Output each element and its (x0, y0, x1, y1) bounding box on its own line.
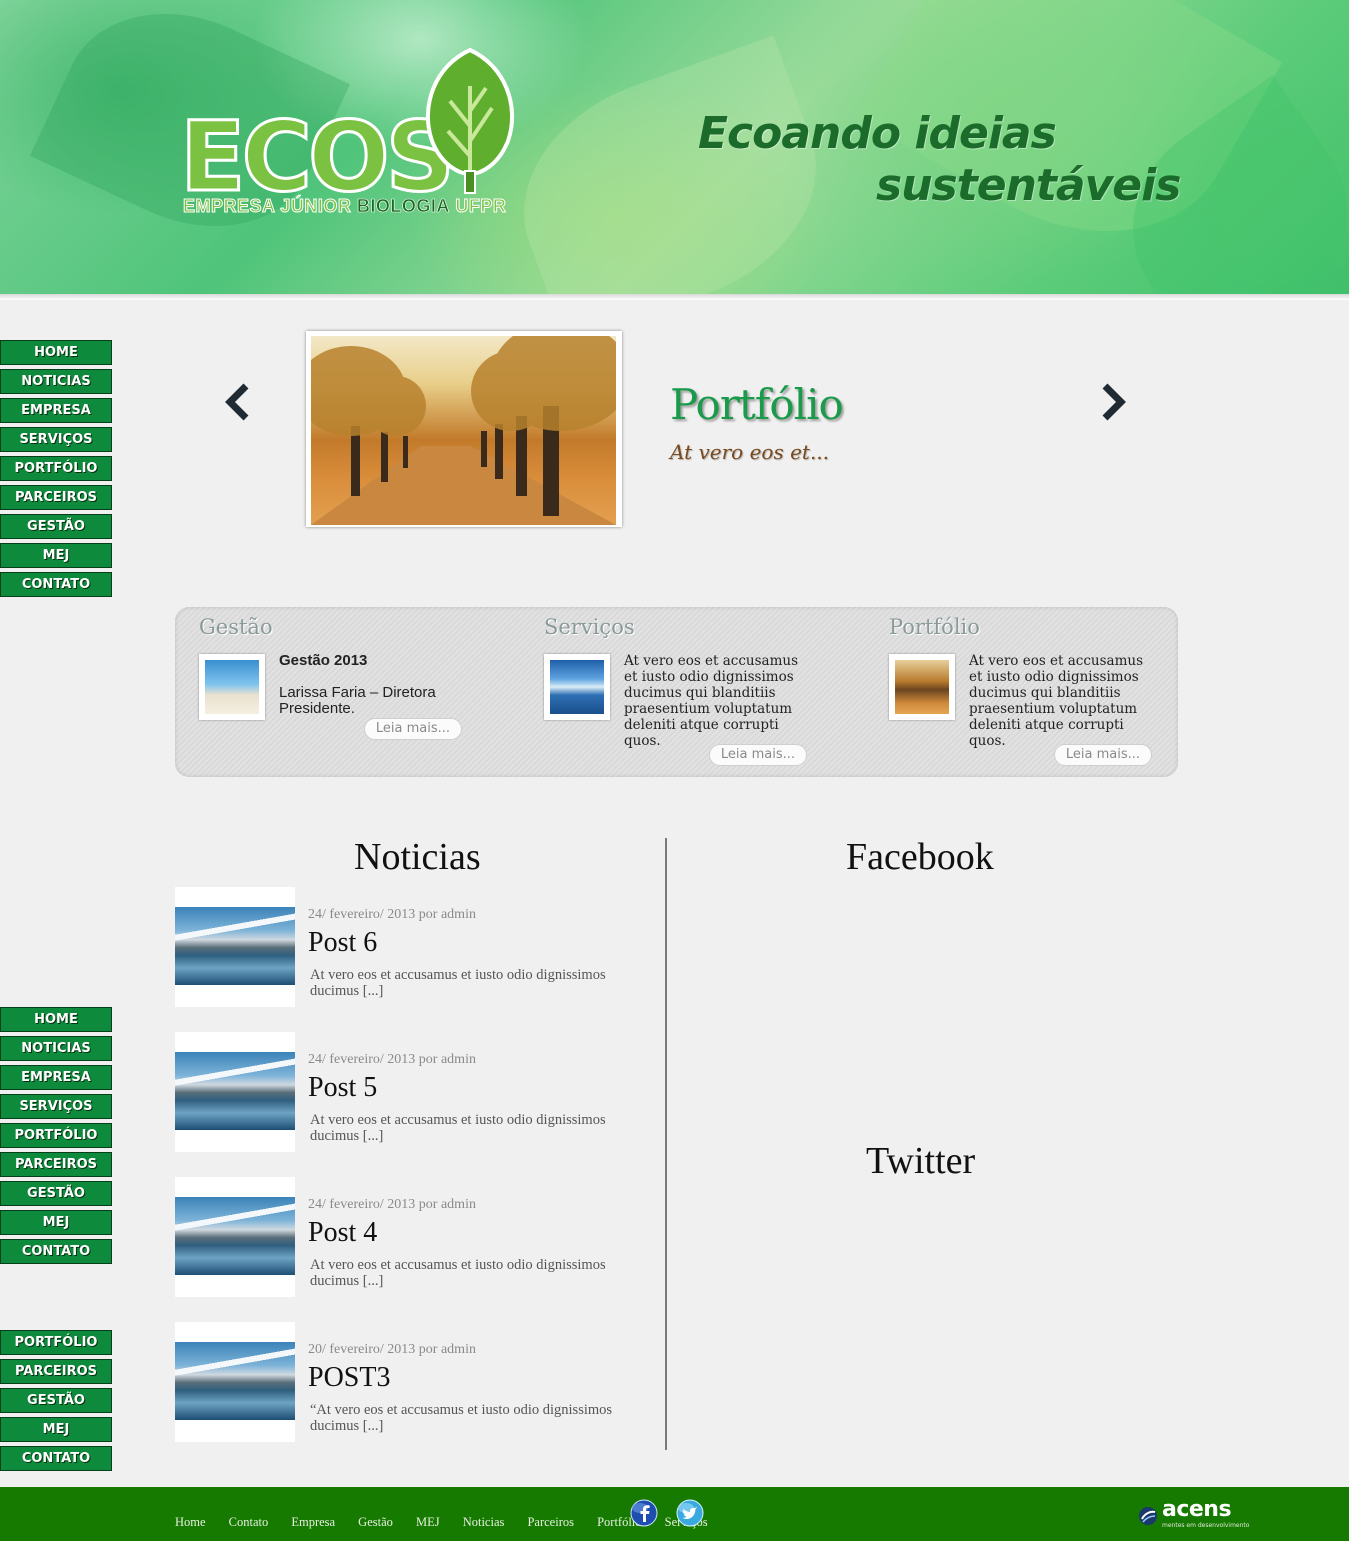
post-title[interactable]: POST3 (308, 1362, 390, 1394)
post-meta: 24/ fevereiro/ 2013 por admin (308, 1197, 476, 1212)
next-arrow-icon[interactable] (1099, 382, 1129, 422)
news-heading: Noticias (354, 836, 481, 878)
post-excerpt: “At vero eos et accusamus et iusto odio … (310, 1402, 613, 1434)
feature-item-title[interactable]: Gestão 2013 (279, 653, 469, 669)
footer-link-noticias[interactable]: Noticias (463, 1515, 505, 1530)
nav-gestao[interactable]: GESTÃO (0, 1181, 112, 1206)
news-post: 24/ fevereiro/ 2013 por admin Post 5 At … (175, 1032, 645, 1152)
nav-contato[interactable]: CONTATO (0, 572, 112, 597)
nav-servicos[interactable]: SERVIÇOS (0, 427, 112, 452)
post-title[interactable]: Post 6 (308, 927, 377, 959)
nav-mej[interactable]: MEJ (0, 1210, 112, 1235)
read-more-button[interactable]: Leia mais... (709, 744, 807, 766)
post-excerpt: At vero eos et accusamus et iusto odio d… (310, 967, 606, 999)
post-title[interactable]: Post 5 (308, 1072, 377, 1104)
feature-item-text: At vero eos et accusamus et iusto odio d… (969, 653, 1144, 749)
feature-item-text: Larissa Faria – Diretora Presidente. (279, 684, 436, 717)
column-divider (665, 838, 667, 1450)
news-post: 24/ fevereiro/ 2013 por admin Post 4 At … (175, 1177, 645, 1297)
nav-mej[interactable]: MEJ (0, 543, 112, 568)
logo-wordmark[interactable]: ECOS (179, 108, 457, 207)
tagline-line1: Ecoando ideias (698, 108, 1057, 159)
nav-parceiros[interactable]: PARCEIROS (0, 485, 112, 510)
feature-portfolio: Portfólio At vero eos et accusamus et iu… (865, 607, 1165, 777)
acens-wordmark: acens (1162, 1497, 1232, 1522)
post-excerpt: At vero eos et accusamus et iusto odio d… (310, 1112, 606, 1144)
read-more-button[interactable]: Leia mais... (1054, 744, 1152, 766)
acens-swirl-icon (1139, 1507, 1157, 1525)
feature-heading[interactable]: Serviços (544, 615, 635, 639)
feature-servicos: Serviços At vero eos et accusamus et ius… (520, 607, 820, 777)
feature-heading[interactable]: Portfólio (889, 615, 980, 639)
feature-thumbnail[interactable] (544, 654, 610, 720)
nav-gestao[interactable]: GESTÃO (0, 1388, 112, 1413)
post-meta: 24/ fevereiro/ 2013 por admin (308, 1052, 476, 1067)
footer-link-mej[interactable]: MEJ (416, 1515, 440, 1530)
feature-gestao: Gestão Gestão 2013 Larissa Faria – Diret… (175, 607, 475, 777)
footer-link-empresa[interactable]: Empresa (291, 1515, 335, 1530)
read-more-button[interactable]: Leia mais... (364, 718, 462, 740)
nav-noticias[interactable]: NOTICIAS (0, 1036, 112, 1061)
logo-subtitle: EMPRESA JÚNIOR BIOLOGIA UFPR (183, 196, 507, 217)
post-excerpt: At vero eos et accusamus et iusto odio d… (310, 1257, 606, 1289)
nav-mej[interactable]: MEJ (0, 1417, 112, 1442)
nav-noticias[interactable]: NOTICIAS (0, 369, 112, 394)
side-nav-primary: HOME NOTICIAS EMPRESA SERVIÇOS PORTFÓLIO… (0, 340, 112, 601)
header-banner: ECOS EMPRESA JÚNIOR BIOLOGIA UFPR Ecoand… (0, 0, 1349, 300)
prev-arrow-icon[interactable] (222, 382, 252, 422)
post-thumbnail[interactable] (175, 887, 295, 1007)
twitter-heading: Twitter (866, 1140, 976, 1182)
tagline-line2: sustentáveis (876, 160, 1181, 211)
footer-link-contato[interactable]: Contato (229, 1515, 269, 1530)
nav-contato[interactable]: CONTATO (0, 1446, 112, 1471)
side-nav-tertiary: PORTFÓLIO PARCEIROS GESTÃO MEJ CONTATO (0, 1330, 112, 1475)
footer-link-gestao[interactable]: Gestão (358, 1515, 393, 1530)
slide-image-frame[interactable] (306, 331, 622, 527)
feature-thumbnail[interactable] (889, 654, 955, 720)
nav-parceiros[interactable]: PARCEIROS (0, 1152, 112, 1177)
nav-home[interactable]: HOME (0, 1007, 112, 1032)
feature-heading[interactable]: Gestão (199, 615, 273, 639)
leaf-decoration (491, 35, 849, 300)
nav-portfolio[interactable]: PORTFÓLIO (0, 456, 112, 481)
nav-home[interactable]: HOME (0, 340, 112, 365)
facebook-icon[interactable] (630, 1499, 658, 1527)
nav-contato[interactable]: CONTATO (0, 1239, 112, 1264)
post-thumbnail[interactable] (175, 1032, 295, 1152)
acens-tagline: mentes em desenvolvimento (1162, 1522, 1250, 1529)
nav-parceiros[interactable]: PARCEIROS (0, 1359, 112, 1384)
news-post: 20/ fevereiro/ 2013 por admin POST3 “At … (175, 1322, 645, 1442)
feature-item-text: At vero eos et accusamus et iusto odio d… (624, 653, 799, 749)
twitter-icon[interactable] (676, 1499, 704, 1527)
slide-subtitle: At vero eos et... (670, 440, 830, 464)
feature-thumbnail[interactable] (199, 654, 265, 720)
post-thumbnail[interactable] (175, 1322, 295, 1442)
post-meta: 24/ fevereiro/ 2013 por admin (308, 907, 476, 922)
post-title[interactable]: Post 4 (308, 1217, 377, 1249)
nav-portfolio[interactable]: PORTFÓLIO (0, 1123, 112, 1148)
tree-logo-icon (426, 47, 514, 194)
footer-link-parceiros[interactable]: Parceiros (527, 1515, 574, 1530)
facebook-heading: Facebook (846, 836, 994, 878)
post-thumbnail[interactable] (175, 1177, 295, 1297)
footer-link-home[interactable]: Home (175, 1515, 206, 1530)
footer: Home Contato Empresa Gestão MEJ Noticias… (0, 1487, 1349, 1541)
nav-empresa[interactable]: EMPRESA (0, 398, 112, 423)
nav-portfolio[interactable]: PORTFÓLIO (0, 1330, 112, 1355)
news-post: 24/ fevereiro/ 2013 por admin Post 6 At … (175, 887, 645, 1007)
features-panel: Gestão Gestão 2013 Larissa Faria – Diret… (175, 607, 1178, 777)
side-nav-secondary: HOME NOTICIAS EMPRESA SERVIÇOS PORTFÓLIO… (0, 1007, 112, 1268)
slide-title[interactable]: Portfólio (670, 380, 844, 429)
nav-gestao[interactable]: GESTÃO (0, 514, 112, 539)
nav-servicos[interactable]: SERVIÇOS (0, 1094, 112, 1119)
slide-image (311, 336, 616, 525)
post-meta: 20/ fevereiro/ 2013 por admin (308, 1342, 476, 1357)
nav-empresa[interactable]: EMPRESA (0, 1065, 112, 1090)
